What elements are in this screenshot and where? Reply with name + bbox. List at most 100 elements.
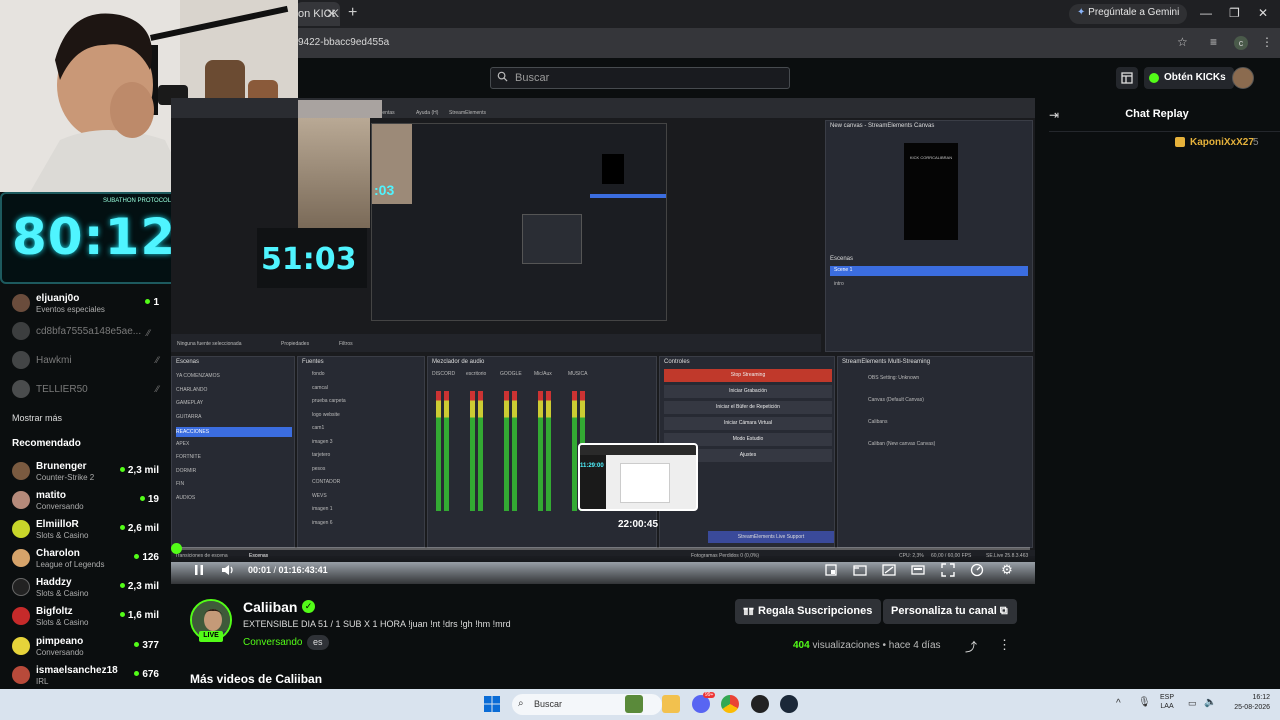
gemini-button[interactable]: ✦ Pregúntale a Gemini (1069, 4, 1188, 24)
clock-time: 16:12 (1252, 694, 1270, 701)
kebab-menu-icon[interactable]: ⋮ (1261, 35, 1273, 49)
file-explorer-icon[interactable] (662, 695, 680, 713)
sidebar-item-haddzy[interactable]: Haddzy Slots & Casino 2,3 mil (0, 574, 170, 602)
obs-mixer-meter (512, 391, 517, 511)
settings-gear-icon[interactable]: ⚙ (999, 562, 1015, 578)
search-input[interactable]: Buscar (490, 67, 790, 89)
category-link[interactable]: Conversando (243, 637, 302, 648)
obs-multistream-item: Caliban (New canvas Canvas) (868, 441, 936, 447)
show-more-link[interactable]: Mostrar más (12, 413, 62, 423)
sidebar-item-brunenger[interactable]: Brunenger Counter-Strike 2 2,3 mil (0, 458, 170, 486)
channel-category: Slots & Casino (36, 589, 89, 598)
video-age: hace 4 días (888, 640, 941, 651)
progress-handle[interactable] (171, 543, 182, 554)
seek-preview-time: 22:00:45 (617, 519, 659, 530)
channel-name: cd8bfa7555a148e5ae... (36, 326, 142, 337)
lang-line1: ESP (1160, 694, 1175, 701)
current-time: 00:01 (248, 565, 272, 575)
network-icon[interactable]: ▭ (1188, 698, 1197, 709)
taskbar-search-icon: ⌕ (518, 698, 524, 709)
more-options-icon[interactable]: ⋮ (998, 637, 1011, 653)
input-language[interactable]: ESP LAA (1160, 693, 1174, 711)
channel-category: Conversando (36, 502, 84, 511)
viewer-count: 1 (145, 297, 159, 308)
fullscreen-icon[interactable] (940, 562, 956, 578)
share-icon[interactable]: ⤴ (965, 638, 977, 655)
playback-speed-icon[interactable] (969, 562, 985, 578)
preview-mini-timer: 11:29:00 (580, 463, 604, 469)
obs-mixer-meter (572, 391, 577, 511)
theatre-mode-icon[interactable] (881, 562, 897, 578)
verified-icon: ✓ (302, 600, 315, 613)
obs-scene-item: YA COMENZAMOS (176, 373, 220, 379)
volume-icon[interactable] (220, 562, 236, 578)
sidebar-item-offline[interactable]: cd8bfa7555a148e5ae... (0, 318, 170, 346)
obs-mixer-meter (538, 391, 543, 511)
progress-track[interactable] (176, 547, 1030, 550)
tray-chevron-icon[interactable]: ^ (1116, 698, 1121, 709)
avatar (12, 380, 30, 398)
preview-document (620, 463, 670, 503)
taskbar-clock[interactable]: 16:12 25-08-2026 (1226, 693, 1270, 713)
gift-subs-button[interactable]: Regala Suscripciones (735, 599, 882, 624)
close-window-icon[interactable]: ✕ (1258, 6, 1268, 20)
pause-icon[interactable] (191, 562, 207, 578)
language-tag[interactable]: es (307, 635, 329, 650)
sidebar-item-elmiillor[interactable]: ElmiilloR Slots & Casino 2,6 mil (0, 516, 170, 544)
new-tab-icon[interactable]: + (348, 4, 357, 22)
viewer-count: 2,6 mil (120, 523, 159, 534)
sidebar-item-tellier50[interactable]: TELLIER50 ⁄⁄ (0, 376, 170, 404)
nested-scene (590, 194, 666, 198)
nested-timer-value: 51:03 (261, 242, 357, 277)
obs-control-button: Stop Streaming (664, 369, 832, 382)
customize-channel-button[interactable]: Personaliza tu canal ⧉ (883, 599, 1017, 624)
miniplayer-icon[interactable] (910, 562, 926, 578)
maximize-icon[interactable]: ❐ (1229, 6, 1240, 20)
views-label: visualizaciones (812, 640, 880, 651)
obs-panel-title: New canvas - StreamElements Canvas (830, 123, 935, 129)
obs-panel-title: Escenas (176, 359, 200, 365)
layout-button[interactable] (1116, 67, 1138, 89)
collapse-chat-icon[interactable]: ⇥ (1049, 108, 1059, 122)
steam-icon[interactable] (780, 695, 798, 713)
sidebar-item-charolon[interactable]: Charolon League of Legends 126 (0, 545, 170, 573)
sidebar-item-matito[interactable]: matito Conversando 19 (0, 487, 170, 515)
chat-username[interactable]: KaponiXxX27 (1190, 137, 1254, 148)
bookmark-star-icon[interactable]: ☆ (1177, 35, 1188, 49)
views-info: 404 visualizaciones • hace 4 días (793, 640, 941, 651)
microphone-icon[interactable]: 🎙 (1138, 697, 1151, 708)
url-text[interactable]: 9422-bbacc9ed455a (298, 37, 389, 48)
sidebar-item-hawkmi[interactable]: Hawkmi ⁄⁄ (0, 347, 170, 375)
channel-name[interactable]: Caliiban (243, 599, 297, 615)
windows-start-icon[interactable] (484, 696, 502, 714)
nested-timer: :03 (374, 182, 395, 198)
chrome-icon[interactable] (721, 695, 739, 713)
obs-icon[interactable] (751, 695, 769, 713)
avatar (12, 520, 30, 538)
avatar (12, 322, 30, 340)
tab-close-icon[interactable]: ✕ (326, 6, 337, 22)
sidebar-item-pimpeano[interactable]: pimpeano Conversando 377 (0, 633, 170, 661)
user-avatar[interactable] (1232, 67, 1254, 89)
widgets-icon[interactable] (625, 695, 643, 713)
reading-list-icon[interactable]: ≡ (1210, 35, 1217, 49)
obs-source-item: imagen 3 (312, 438, 333, 445)
sidebar-item-bigfoltz[interactable]: Bigfoltz Slots & Casino 1,6 mil (0, 603, 170, 631)
nested-canvas (602, 154, 624, 184)
gift-icon (743, 607, 754, 616)
profile-avatar[interactable]: c (1234, 36, 1248, 50)
avatar (12, 294, 30, 312)
channel-category: League of Legends (36, 560, 105, 569)
video-player[interactable]: rramientas Ayuda (H) StreamElements :03 … (171, 98, 1035, 584)
volume-tray-icon[interactable]: 🔈 (1204, 697, 1216, 708)
channel-category: Counter-Strike 2 (36, 473, 95, 482)
customize-label: Personaliza tu canal (891, 605, 997, 617)
views-count: 404 (793, 640, 810, 651)
sidebar-item-eljuanj0o[interactable]: eljuanj0o Eventos especiales 1 (0, 290, 170, 318)
clip-icon[interactable] (823, 562, 839, 578)
sidebar-item-ismaelsanchez18[interactable]: ismaelsanchez18 IRL 676 (0, 662, 170, 690)
viewer-count: 19 (140, 494, 159, 505)
minimize-icon[interactable]: — (1200, 6, 1212, 20)
obs-mixer-channel-label: DISCORD (432, 371, 456, 377)
picture-in-picture-icon[interactable] (852, 562, 868, 578)
